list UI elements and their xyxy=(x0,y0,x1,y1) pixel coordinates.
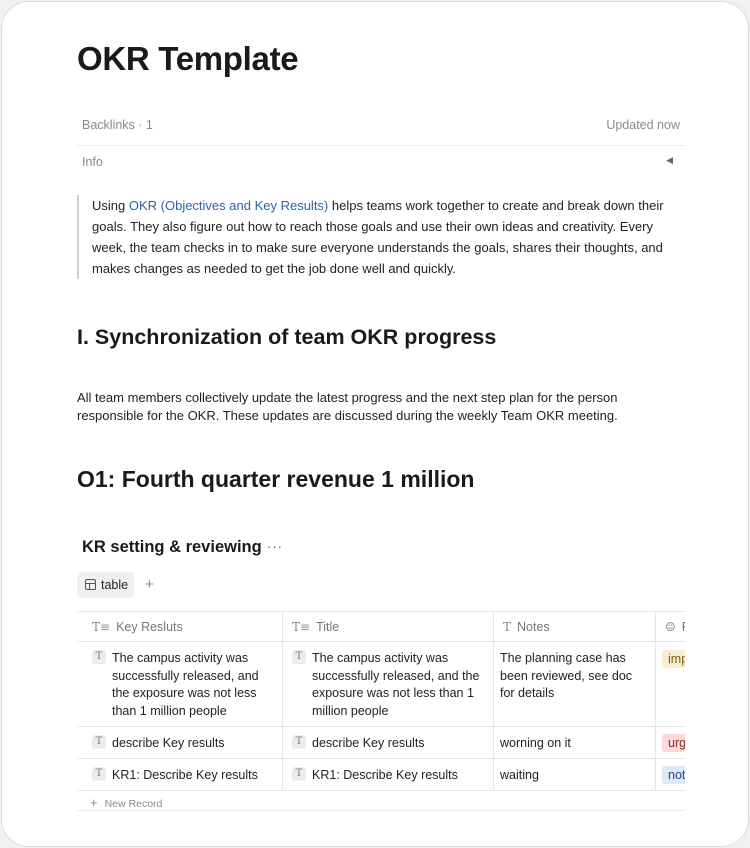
priority-tag[interactable]: imp xyxy=(662,650,685,668)
table-icon xyxy=(85,579,96,590)
column-header-priority[interactable]: ☺P xyxy=(665,620,685,634)
page-title[interactable]: OKR Template xyxy=(77,40,299,78)
text-field-icon: T≡ xyxy=(92,620,111,634)
document-window: OKR Template Backlinks · 1 Updated now I… xyxy=(1,1,749,847)
kr-table: T≡Key Resluts T≡Title TNotes ☺P T The ca… xyxy=(77,611,685,791)
new-record-button[interactable]: + New Record xyxy=(90,795,162,810)
text-type-icon: T xyxy=(92,767,106,781)
okr-link[interactable]: OKR (Objectives and Key Results) xyxy=(129,198,328,213)
cell-text: The campus activity was successfully rel… xyxy=(112,651,259,719)
cell-title[interactable]: T The campus activity was successfully r… xyxy=(292,650,487,721)
caret-left-icon[interactable]: ◀ xyxy=(666,155,673,166)
meta-row: Backlinks · 1 Updated now xyxy=(77,106,685,146)
table-bottom-divider xyxy=(77,810,685,811)
cell-text: KR1: Describe Key results xyxy=(112,768,258,782)
updated-status: Updated now xyxy=(606,118,680,132)
column-header-title[interactable]: T≡ Title xyxy=(292,620,339,634)
backlinks-link[interactable]: Backlinks · 1 xyxy=(82,118,153,132)
intro-quote: Using OKR (Objectives and Key Results) h… xyxy=(77,195,677,279)
info-label: Info xyxy=(82,155,103,169)
cell-text: KR1: Describe Key results xyxy=(312,768,458,782)
section-heading-sync: I. Synchronization of team OKR progress xyxy=(77,325,497,349)
sync-paragraph: All team members collectively update the… xyxy=(77,390,618,423)
quote-prefix: Using xyxy=(92,198,129,213)
text-type-icon: T xyxy=(292,767,306,781)
text-field-icon: T≡ xyxy=(292,620,311,634)
text-type-icon: T xyxy=(92,735,106,749)
cell-notes[interactable]: waiting xyxy=(500,767,650,785)
plus-icon: + xyxy=(90,795,98,810)
column-header-label: Key Resluts xyxy=(116,620,183,634)
priority-tag[interactable]: urg xyxy=(662,734,685,752)
text-type-icon: T xyxy=(292,735,306,749)
view-tab-label: table xyxy=(101,578,129,592)
section-heading-o1: O1: Fourth quarter revenue 1 million xyxy=(77,466,475,492)
text-icon: T xyxy=(503,620,512,634)
cell-title[interactable]: T KR1: Describe Key results xyxy=(292,767,487,785)
text-type-icon: T xyxy=(92,650,106,664)
column-header-key-results[interactable]: T≡ Key Resluts xyxy=(92,620,183,634)
info-toggle[interactable]: Info ◀ xyxy=(77,146,685,178)
priority-tag[interactable]: not xyxy=(662,766,685,784)
table-row[interactable]: T The campus activity was successfully r… xyxy=(77,642,685,727)
add-view-button[interactable]: + xyxy=(145,576,154,593)
text-type-icon: T xyxy=(292,650,306,664)
cell-key-result[interactable]: T describe Key results xyxy=(92,735,277,753)
new-record-label: New Record xyxy=(104,798,163,810)
cell-key-result[interactable]: T KR1: Describe Key results xyxy=(92,767,277,785)
column-header-label: Notes xyxy=(517,620,550,634)
table-row[interactable]: T KR1: Describe Key results T KR1: Descr… xyxy=(77,759,685,791)
column-header-notes[interactable]: T Notes xyxy=(503,620,550,634)
more-options-icon[interactable]: ··· xyxy=(267,539,283,554)
cell-text: describe Key results xyxy=(112,736,225,750)
cell-notes[interactable]: The planning case has been reviewed, see… xyxy=(500,650,650,703)
cell-key-result[interactable]: T The campus activity was successfully r… xyxy=(92,650,277,721)
database-title[interactable]: KR setting & reviewing xyxy=(82,538,262,557)
table-row[interactable]: T describe Key results T describe Key re… xyxy=(77,727,685,759)
cell-title[interactable]: T describe Key results xyxy=(292,735,487,753)
cell-text: The campus activity was successfully rel… xyxy=(312,651,480,719)
cell-text: describe Key results xyxy=(312,736,425,750)
column-header-label: P xyxy=(682,620,685,634)
cell-notes[interactable]: worning on it xyxy=(500,735,650,753)
table-header-row: T≡Key Resluts T≡Title TNotes ☺P xyxy=(77,612,685,642)
column-header-label: Title xyxy=(316,620,340,634)
view-tab-table[interactable]: table xyxy=(77,572,134,598)
status-icon: ☺ xyxy=(665,620,676,634)
